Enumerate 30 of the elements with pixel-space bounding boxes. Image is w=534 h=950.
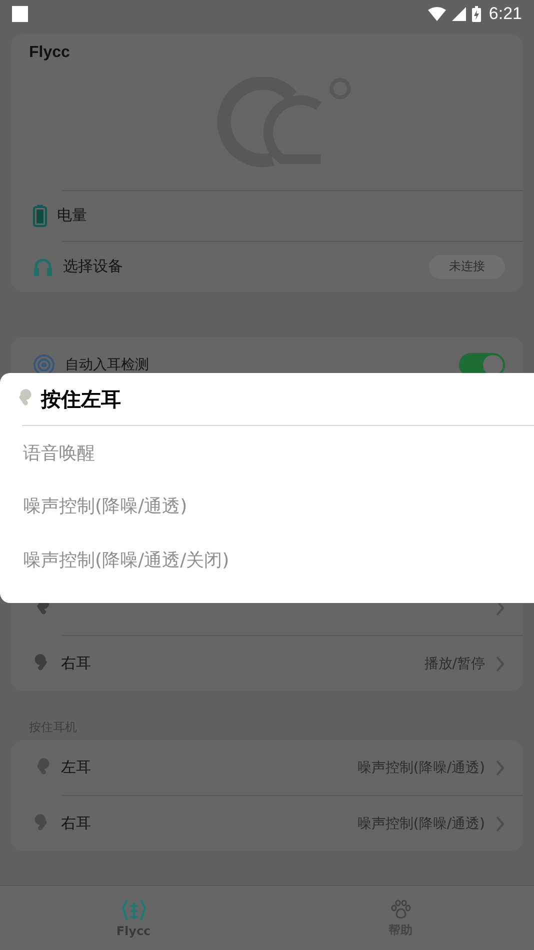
signal-icon xyxy=(452,7,466,21)
notification-icon xyxy=(12,6,28,22)
ear-label: 左耳 xyxy=(61,758,91,777)
setting-row[interactable]: 左耳 噪声控制(降噪/通透) xyxy=(11,740,523,795)
chevron-icon xyxy=(495,656,505,672)
dialog-title: 按住左耳 xyxy=(41,386,121,412)
earbuds-icon xyxy=(120,898,146,922)
headphones-icon xyxy=(33,256,53,277)
chevron-icon xyxy=(495,760,505,776)
target-icon xyxy=(33,354,55,376)
option-item[interactable]: 噪声控制(降噪/通透/关闭) xyxy=(0,533,534,586)
device-label[interactable]: 选择设备 xyxy=(63,257,123,276)
action-value: 噪声控制(降噪/通透) xyxy=(357,758,485,776)
option-item[interactable]: 语音唤醒 xyxy=(0,426,534,480)
wifi-icon xyxy=(428,7,446,21)
battery-label: 电量 xyxy=(57,206,87,226)
connection-button[interactable]: 未连接 xyxy=(429,254,505,279)
setting-label: 自动入耳检测 xyxy=(65,356,149,374)
ear-label: 右耳 xyxy=(61,814,91,833)
option-item[interactable]: 噪声控制(降噪/通透) xyxy=(0,480,534,533)
app-title: Flycc xyxy=(28,43,71,63)
paw-icon xyxy=(390,898,412,920)
action-value: 噪声控制(降噪/通透) xyxy=(357,814,485,832)
ear-label: 右耳 xyxy=(61,654,91,673)
battery-icon xyxy=(33,204,47,227)
chevron-icon xyxy=(495,816,505,832)
setting-row[interactable]: 右耳 噪声控制(降噪/通透) xyxy=(11,796,523,851)
clock-time: 6:21 xyxy=(488,4,522,24)
action-value: 播放/暂停 xyxy=(424,654,485,672)
battery-icon xyxy=(472,6,481,22)
